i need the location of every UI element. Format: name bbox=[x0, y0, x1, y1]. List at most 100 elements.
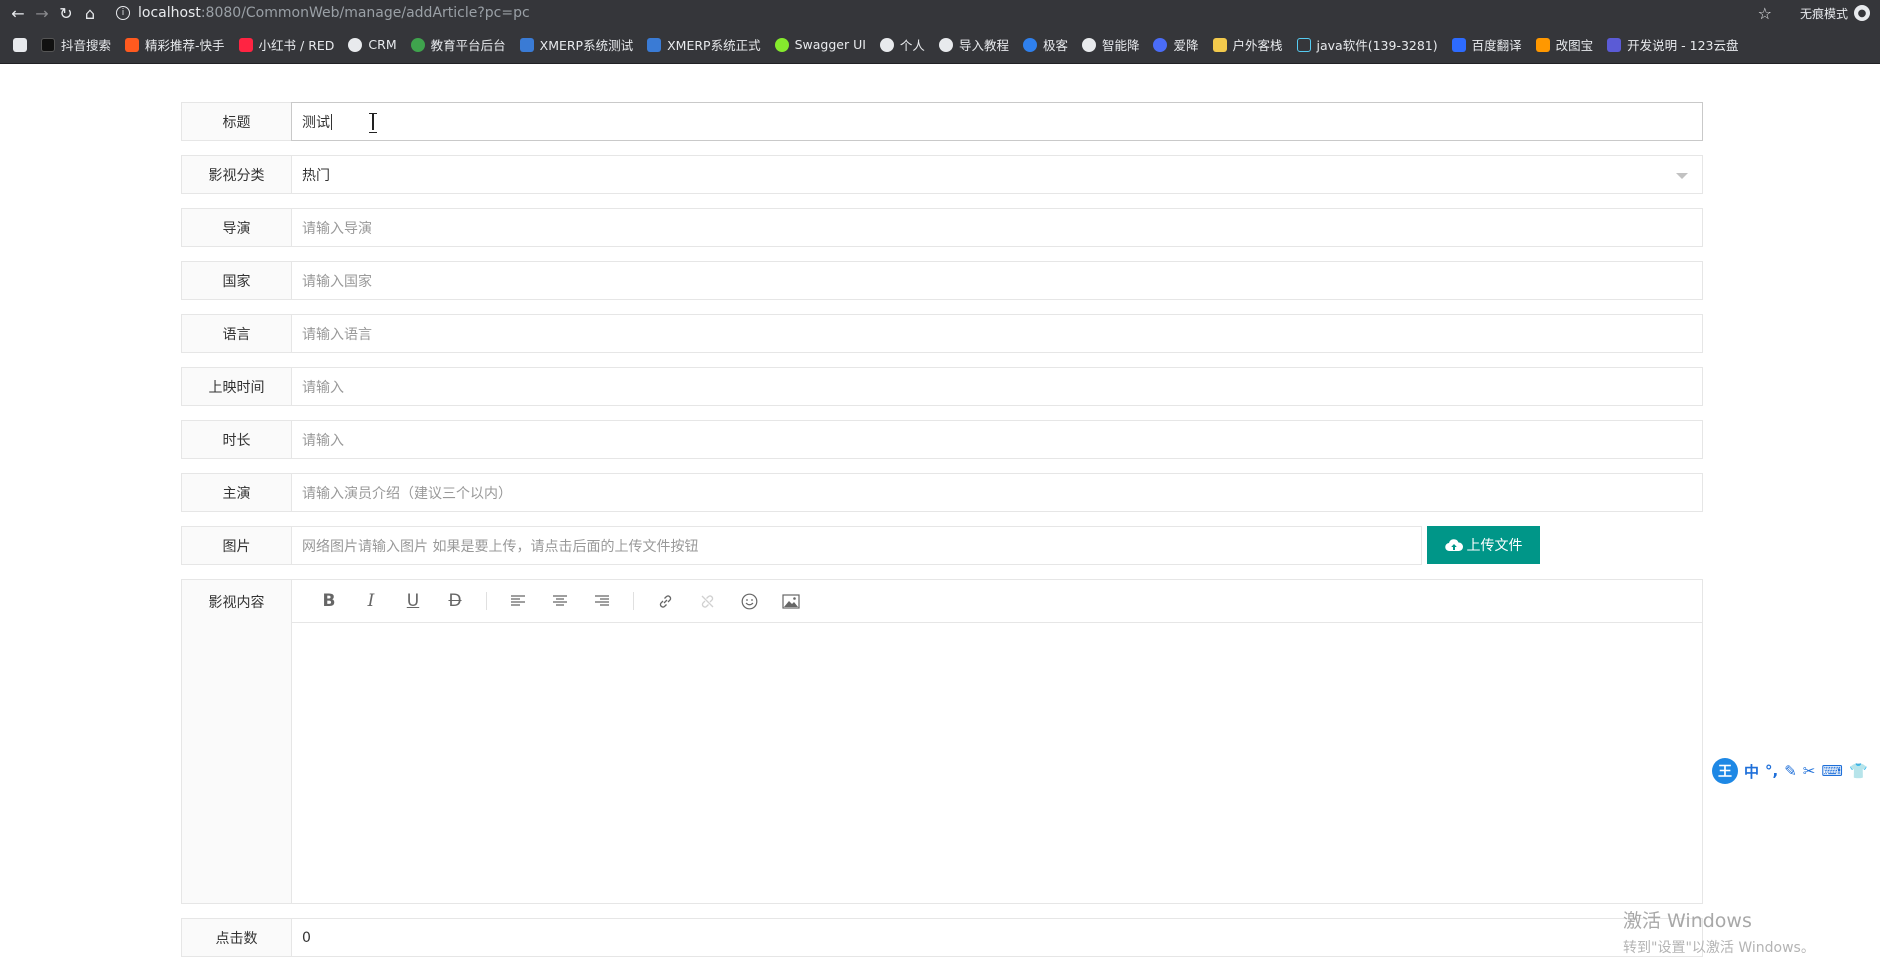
bookmark-label: 小红书 / RED bbox=[258, 38, 335, 53]
bookmark-item[interactable]: 百度翻译 bbox=[1445, 31, 1529, 59]
release-input[interactable]: 请输入 bbox=[291, 367, 1703, 406]
ime-chinese-mode[interactable]: 中 bbox=[1744, 761, 1759, 782]
ime-toolbar[interactable]: 王 中 °, ✎ ✂ ⌨ 👕 bbox=[1712, 758, 1868, 784]
bookmark-item[interactable]: 个人 bbox=[873, 31, 932, 59]
xiaohongshu-icon bbox=[238, 37, 253, 52]
cloud-disk-icon bbox=[1607, 37, 1622, 52]
duration-placeholder: 请输入 bbox=[302, 432, 344, 449]
swagger-icon bbox=[774, 37, 789, 52]
editor-content-area[interactable] bbox=[292, 623, 1702, 903]
title-row: 标题 测试 bbox=[181, 102, 1703, 141]
toolbar-divider bbox=[633, 592, 634, 610]
reload-icon[interactable]: ↻ bbox=[54, 2, 78, 24]
bookmark-item[interactable]: CRM bbox=[341, 31, 403, 59]
align-right-icon[interactable] bbox=[581, 586, 623, 616]
bookmark-label: CRM bbox=[368, 37, 397, 52]
bookmark-item[interactable]: 户外客栈 bbox=[1206, 31, 1290, 59]
browser-toolbar: ← → ↻ ⌂ i localhost:8080/CommonWeb/manag… bbox=[0, 0, 1880, 26]
clicks-input[interactable]: 0 bbox=[291, 918, 1703, 957]
cloud-upload-icon bbox=[1444, 539, 1463, 552]
bookmark-item[interactable]: 小红书 / RED bbox=[232, 31, 342, 59]
bookmark-item[interactable]: 极客 bbox=[1016, 31, 1075, 59]
category-select[interactable]: 热门 bbox=[291, 155, 1703, 194]
pen-icon[interactable]: ✎ bbox=[1784, 762, 1797, 780]
keyboard-icon[interactable]: ⌨ bbox=[1821, 762, 1843, 780]
punctuation-icon[interactable]: °, bbox=[1765, 762, 1778, 780]
rich-text-editor: B I U D bbox=[291, 579, 1703, 904]
bookmark-star-icon[interactable]: ☆ bbox=[1758, 4, 1772, 23]
unlink-icon[interactable] bbox=[686, 586, 728, 616]
link-icon[interactable] bbox=[644, 586, 686, 616]
bookmark-item[interactable]: 教育平台后台 bbox=[404, 31, 513, 59]
bookmark-label: 爱降 bbox=[1173, 38, 1199, 53]
scissors-icon[interactable]: ✂ bbox=[1803, 762, 1816, 780]
bookmark-label: 极客 bbox=[1042, 38, 1068, 53]
address-bar[interactable]: i localhost:8080/CommonWeb/manage/addArt… bbox=[116, 5, 1758, 21]
ime-logo-icon[interactable]: 王 bbox=[1712, 758, 1738, 784]
bookmark-item[interactable]: Swagger UI bbox=[768, 31, 873, 59]
bookmark-item[interactable]: 抖音搜索 bbox=[34, 31, 118, 59]
align-center-icon[interactable] bbox=[539, 586, 581, 616]
language-input[interactable]: 请输入语言 bbox=[291, 314, 1703, 353]
duration-row: 时长 请输入 bbox=[181, 420, 1703, 459]
incognito-indicator[interactable]: 无痕模式 ● bbox=[1800, 5, 1870, 22]
upload-file-label: 上传文件 bbox=[1466, 538, 1523, 554]
align-left-icon[interactable] bbox=[497, 586, 539, 616]
kuaishou-icon bbox=[125, 37, 140, 52]
bookmark-label: XMERP系统正式 bbox=[667, 38, 761, 53]
geek-icon bbox=[1022, 37, 1037, 52]
text-caret bbox=[331, 113, 332, 130]
bookmark-item[interactable]: 智能降 bbox=[1075, 31, 1147, 59]
bookmark-item[interactable]: XMERP系统正式 bbox=[640, 31, 767, 59]
country-input[interactable]: 请输入国家 bbox=[291, 261, 1703, 300]
title-value: 测试 bbox=[302, 114, 330, 131]
bookmark-item[interactable]: 改图宝 bbox=[1529, 31, 1601, 59]
apps-button[interactable] bbox=[6, 31, 34, 59]
bookmark-item[interactable]: 精彩推荐-快手 bbox=[118, 31, 232, 59]
bookmark-item[interactable]: XMERP系统测试 bbox=[513, 31, 640, 59]
cast-row: 主演 请输入演员介绍（建议三个以内） bbox=[181, 473, 1703, 512]
upload-file-button[interactable]: 上传文件 bbox=[1427, 526, 1540, 564]
incognito-label: 无痕模式 bbox=[1799, 6, 1848, 21]
bookmark-label: java软件(139-3281) bbox=[1316, 38, 1438, 53]
bookmark-item[interactable]: 开发说明 - 123云盘 bbox=[1600, 31, 1745, 59]
director-input[interactable]: 请输入导演 bbox=[291, 208, 1703, 247]
bold-icon[interactable]: B bbox=[308, 586, 350, 616]
site-info-icon[interactable]: i bbox=[116, 6, 130, 20]
image-url-input[interactable]: 网络图片请输入图片 如果是要上传，请点击后面的上传文件按钮 bbox=[291, 526, 1422, 565]
incognito-icon: ● bbox=[1854, 5, 1870, 21]
clicks-label: 点击数 bbox=[181, 918, 291, 957]
editor-toolbar: B I U D bbox=[292, 580, 1702, 623]
release-label: 上映时间 bbox=[181, 367, 291, 406]
title-input[interactable]: 测试 bbox=[291, 102, 1703, 141]
italic-icon[interactable]: I bbox=[350, 586, 392, 616]
watermark-title: 激活 Windows bbox=[1623, 910, 1752, 932]
emoji-icon[interactable] bbox=[728, 586, 770, 616]
image-row: 图片 网络图片请输入图片 如果是要上传，请点击后面的上传文件按钮 上传文件 bbox=[181, 526, 1703, 565]
toolbar-divider bbox=[486, 592, 487, 610]
duration-input[interactable]: 请输入 bbox=[291, 420, 1703, 459]
forward-icon[interactable]: → bbox=[30, 2, 54, 24]
underline-icon[interactable]: U bbox=[392, 586, 434, 616]
home-icon[interactable]: ⌂ bbox=[78, 2, 102, 24]
bookmark-item[interactable]: java软件(139-3281) bbox=[1290, 31, 1445, 59]
aijiang-icon bbox=[1153, 37, 1168, 52]
bookmark-item[interactable]: 爱降 bbox=[1146, 31, 1205, 59]
xmerp-icon bbox=[519, 37, 534, 52]
director-placeholder: 请输入导演 bbox=[302, 220, 372, 237]
category-label: 影视分类 bbox=[181, 155, 291, 194]
country-label: 国家 bbox=[181, 261, 291, 300]
cast-input[interactable]: 请输入演员介绍（建议三个以内） bbox=[291, 473, 1703, 512]
bookmark-label: 户外客栈 bbox=[1232, 38, 1283, 53]
bookmark-label: 开发说明 - 123云盘 bbox=[1627, 38, 1739, 53]
apps-icon bbox=[13, 37, 27, 52]
image-icon[interactable] bbox=[770, 586, 812, 616]
bookmark-item[interactable]: 导入教程 bbox=[932, 31, 1016, 59]
back-icon[interactable]: ← bbox=[6, 2, 30, 24]
director-label: 导演 bbox=[181, 208, 291, 247]
globe-icon bbox=[938, 37, 953, 52]
strikethrough-icon[interactable]: D bbox=[434, 586, 476, 616]
bookmark-label: 改图宝 bbox=[1555, 38, 1594, 53]
skin-icon[interactable]: 👕 bbox=[1849, 762, 1868, 780]
content-label: 影视内容 bbox=[181, 579, 291, 904]
